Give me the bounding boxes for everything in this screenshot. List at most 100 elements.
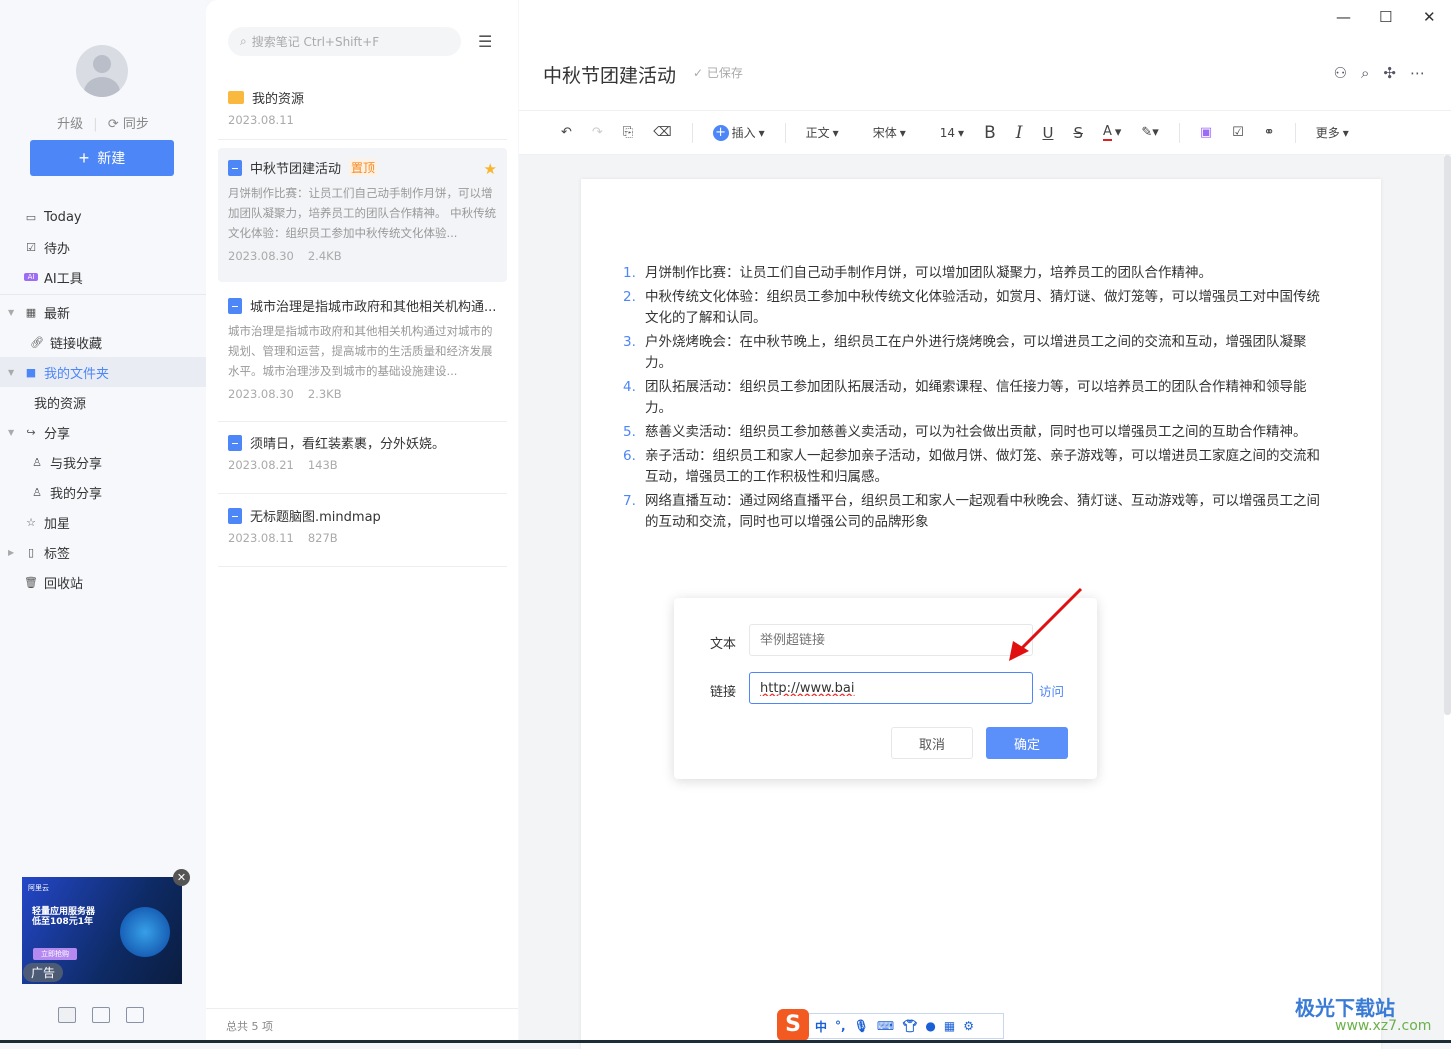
ai-icon: AI	[24, 273, 38, 281]
font-size-select[interactable]: 14 ▾	[940, 126, 964, 140]
sidebar-item-recent[interactable]: ▼ ▦ 最新	[0, 297, 206, 327]
list-item[interactable]: 须晴日，看红装素裹，分外妖娆。 2023.08.21 143B	[218, 423, 507, 494]
list-item: 1. 月饼制作比赛：让员工们自己动手制作月饼，可以增加团队凝聚力，培养员工的团队合…	[623, 263, 1333, 284]
sidebar-item-my-folder[interactable]: ▼ ■ 我的文件夹	[0, 357, 206, 387]
checklist-icon[interactable]: ☑	[1232, 125, 1244, 140]
single-column-layout-icon[interactable]	[126, 1007, 144, 1023]
link-icon: 🔗︎	[30, 335, 44, 349]
list-number: 1.	[623, 265, 636, 281]
list-number: 3.	[623, 334, 636, 350]
sidebar-item-tags[interactable]: ▶ ▯ 标签	[0, 537, 206, 567]
font-color-icon[interactable]: A ▾	[1102, 124, 1121, 141]
punctuation-icon[interactable]: °,	[835, 1019, 846, 1033]
link-label: 链接	[710, 685, 737, 700]
maximize-button[interactable]: ☐	[1379, 8, 1392, 26]
scrollbar[interactable]	[1444, 155, 1451, 715]
item-date: 2023.08.30	[228, 387, 294, 401]
pinned-badge: 置顶	[349, 159, 378, 176]
list-item[interactable]: 无标题脑图.mindmap 2023.08.11 827B	[218, 496, 507, 567]
find-icon[interactable]: ⌕	[1361, 64, 1369, 82]
item-title: 中秋节团建活动	[250, 162, 342, 177]
item-preview: 城市治理是指城市政府和其他相关机构通过对城市的规划、管理和运营，提高城市的生活质…	[228, 324, 493, 378]
confirm-button[interactable]: 确定	[986, 727, 1068, 759]
account-actions: 升级 | ⟳ 同步	[57, 117, 149, 132]
sidebar-item-ai-tools[interactable]: AI AI工具	[0, 262, 206, 292]
italic-icon[interactable]: I	[1016, 123, 1023, 143]
watermark-name: 极光下载站	[1295, 996, 1395, 1020]
sidebar-item-today[interactable]: ▭ Today	[0, 202, 206, 232]
two-column-layout-icon[interactable]	[92, 1007, 110, 1023]
sidebar-item-my-resources[interactable]: 我的资源	[0, 387, 206, 417]
ad-banner[interactable]: 阿里云 轻量应用服务器 低至108元1年 立即抢购 广告	[22, 877, 182, 984]
sidebar-item-starred[interactable]: ☆ 加星	[0, 507, 206, 537]
microphone-icon[interactable]: 🎙︎	[854, 1019, 869, 1033]
link-text-input[interactable]	[749, 624, 1033, 656]
underline-icon[interactable]: U	[1042, 124, 1053, 142]
close-button[interactable]: ✕	[1423, 8, 1436, 26]
search-input[interactable]: ⌕ 搜索笔记 Ctrl+Shift+F	[228, 27, 461, 56]
bold-icon[interactable]: B	[984, 123, 996, 143]
search-icon: ⌕	[240, 34, 247, 48]
visit-link[interactable]: 访问	[1039, 681, 1064, 700]
minimize-button[interactable]: —	[1336, 8, 1351, 26]
document-icon	[228, 159, 242, 176]
sidebar-item-link-favorites[interactable]: 🔗︎ 链接收藏	[0, 327, 206, 357]
avatar[interactable]	[76, 45, 128, 97]
ad-close-button[interactable]: ✕	[173, 869, 190, 886]
sort-icon[interactable]: ☰	[478, 32, 492, 51]
label: 我的资源	[34, 396, 87, 412]
upgrade-link[interactable]: 升级	[57, 117, 83, 132]
eraser-icon[interactable]: ⌫	[653, 125, 671, 140]
share-user-icon[interactable]: ⚇	[1334, 64, 1347, 82]
skin-icon[interactable]: 👕︎	[902, 1019, 917, 1033]
folder-icon	[228, 91, 244, 104]
tag-icon: ▯	[27, 545, 35, 559]
ad-offer: 低至108元1年	[32, 917, 94, 927]
item-size: 143B	[307, 458, 338, 472]
link-icon[interactable]: ⚭	[1264, 125, 1275, 140]
ad-image	[120, 907, 170, 957]
list-number: 6.	[623, 448, 636, 464]
strikethrough-icon[interactable]: S	[1073, 124, 1083, 142]
three-column-layout-icon[interactable]	[58, 1007, 76, 1023]
sidebar-item-trash[interactable]: 🗑︎ 回收站	[0, 567, 206, 597]
robot-icon[interactable]: ●	[925, 1019, 935, 1033]
font-family-select[interactable]: 宋体 ▾	[873, 124, 906, 141]
apps-icon[interactable]: ▦	[944, 1019, 955, 1033]
ad-label: 广告	[23, 963, 64, 982]
grid-icon: ▦	[25, 305, 37, 319]
ime-mode[interactable]: 中	[815, 1018, 827, 1035]
settings-icon[interactable]: ⚙	[963, 1019, 974, 1033]
save-status: ✓ 已保存	[693, 64, 743, 81]
list-item[interactable]: 城市治理是指城市政府和其他相关机构通... 城市治理是指城市政府和其他相关机构通…	[218, 286, 507, 422]
keyboard-icon[interactable]: ⌨	[877, 1019, 894, 1033]
new-button[interactable]: + 新建	[30, 140, 174, 176]
font-value: 宋体	[872, 126, 897, 140]
insert-button[interactable]: + 插入 ▾	[712, 124, 765, 141]
document-content[interactable]: 1. 月饼制作比赛：让员工们自己动手制作月饼，可以增加团队凝聚力，培养员工的团队合…	[623, 263, 1333, 536]
sidebar-item-my-shares[interactable]: ♙ 我的分享	[0, 477, 206, 507]
undo-icon[interactable]: ↶	[561, 125, 572, 140]
redo-icon[interactable]: ↷	[592, 125, 603, 140]
paragraph-style-select[interactable]: 正文 ▾	[806, 124, 839, 141]
highlight-icon[interactable]: ✎▾	[1141, 125, 1158, 140]
ai-icon[interactable]: ▣	[1200, 125, 1212, 140]
sidebar-item-todo[interactable]: ☑ 待办	[0, 232, 206, 262]
document-page[interactable]: 1. 月饼制作比赛：让员工们自己动手制作月饼，可以增加团队凝聚力，培养员工的团队合…	[581, 179, 1381, 1049]
search-placeholder: 搜索笔记 Ctrl+Shift+F	[251, 35, 380, 49]
sidebar-item-shared-with-me[interactable]: ♙ 与我分享	[0, 447, 206, 477]
note-title[interactable]: 中秋节团建活动	[543, 61, 676, 88]
more-button[interactable]: 更多 ▾	[1316, 124, 1349, 141]
ime-toolbar: 中 °, 🎙︎ ⌨ 👕︎ ● ▦ ⚙	[780, 1013, 1004, 1039]
list-item[interactable]: 我的资源 2023.08.11	[218, 78, 507, 140]
sync-link[interactable]: 同步	[123, 117, 149, 132]
link-url-input[interactable]	[749, 672, 1033, 704]
more-icon[interactable]: ⋯	[1410, 64, 1425, 82]
label: 加星	[44, 516, 71, 532]
mindmap-icon[interactable]: ✣	[1383, 64, 1396, 82]
format-painter-icon[interactable]: ⎘	[623, 125, 633, 140]
cancel-button[interactable]: 取消	[891, 727, 973, 759]
star-icon[interactable]: ★	[484, 160, 497, 178]
sidebar-item-share[interactable]: ▼ ↪ 分享	[0, 417, 206, 447]
list-item[interactable]: 中秋节团建活动 置顶 ★ 月饼制作比赛：让员工们自己动手制作月饼，可以增加团队凝聚…	[218, 148, 507, 282]
